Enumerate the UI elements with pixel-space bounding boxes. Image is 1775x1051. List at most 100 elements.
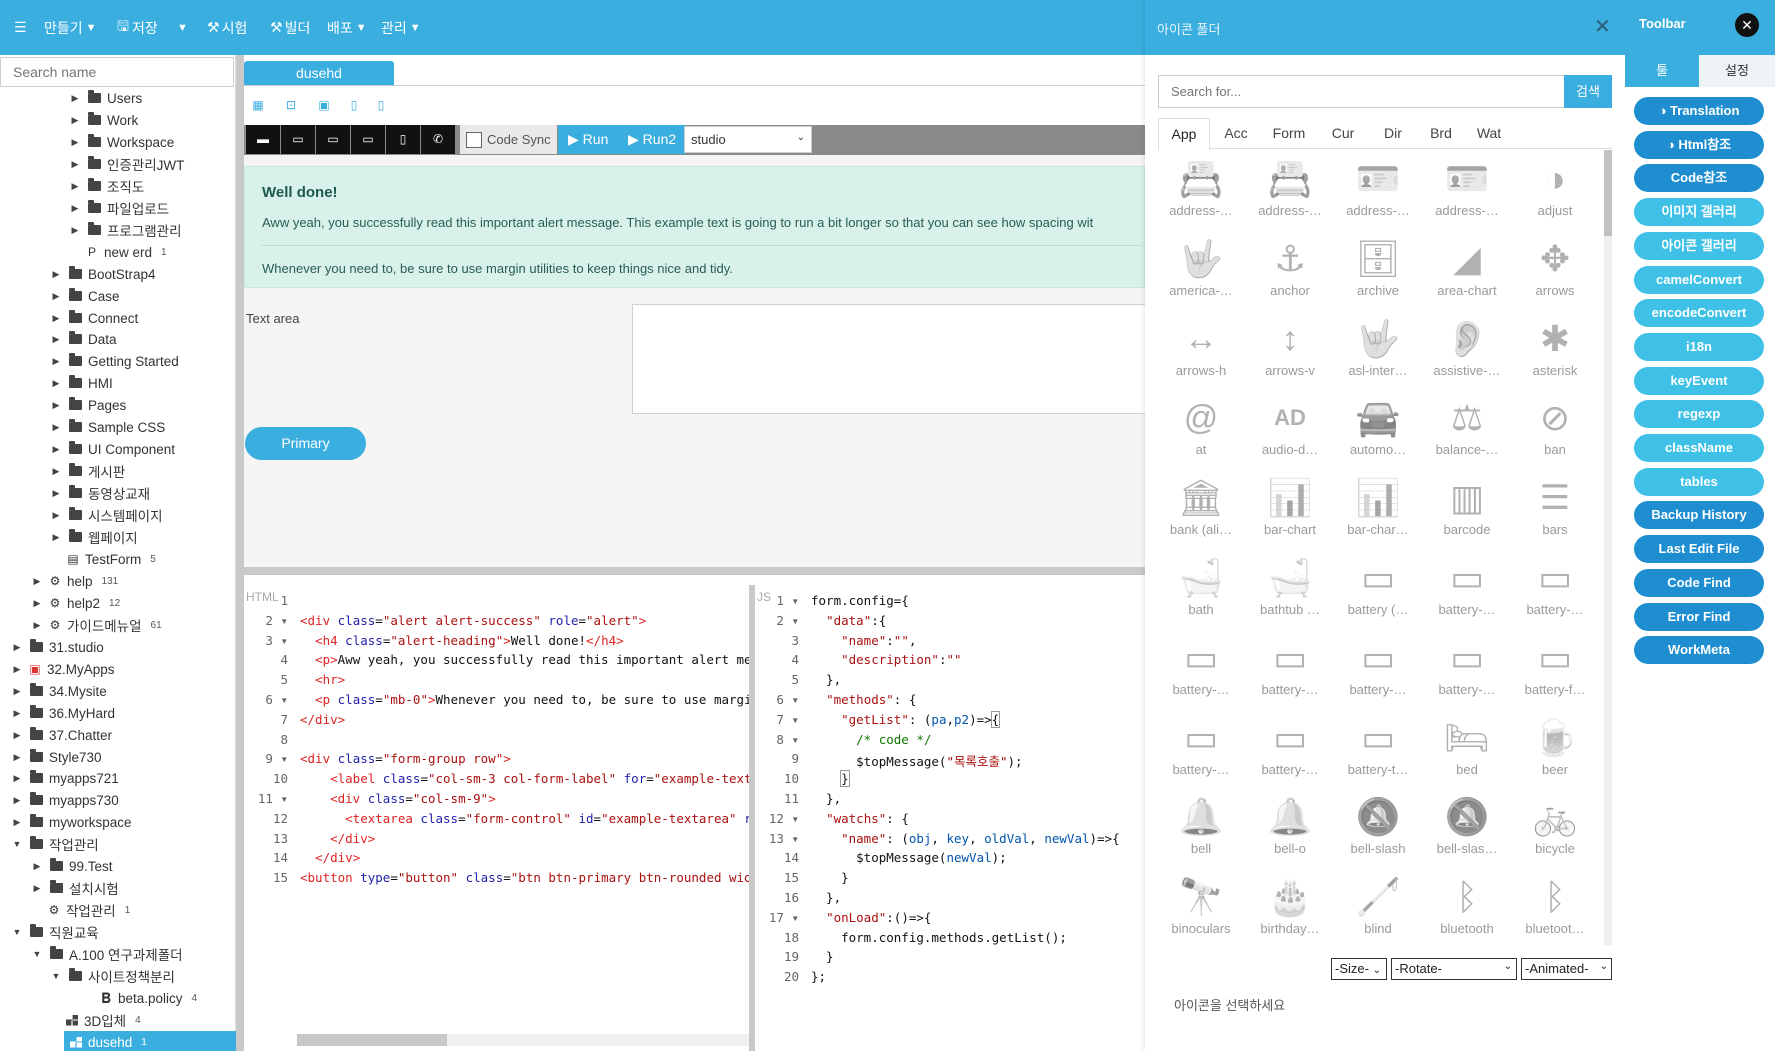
icon-tile[interactable]: ▭ battery-… bbox=[1246, 714, 1334, 794]
toolbar-button[interactable]: Last Edit File bbox=[1634, 535, 1764, 563]
image-icon[interactable]: ▣ bbox=[317, 98, 331, 112]
chevron-right-icon[interactable]: ▶ bbox=[70, 159, 80, 170]
tree-item[interactable]: ▶ Work bbox=[70, 109, 138, 131]
icon-tile[interactable]: 📊 bar-chart bbox=[1246, 474, 1334, 554]
icon-tile[interactable]: ▭ battery-… bbox=[1246, 634, 1334, 714]
rotate-select[interactable]: -Rotate- ⌄ bbox=[1391, 958, 1517, 980]
device-desktop-icon[interactable]: ▭ bbox=[316, 125, 350, 154]
chevron-right-icon[interactable]: ▶ bbox=[51, 466, 61, 477]
tree-item[interactable]: ▶ 37.Chatter bbox=[12, 724, 112, 746]
icon-tile[interactable]: ↕ arrows-v bbox=[1246, 315, 1334, 395]
toolbar-button[interactable]: className bbox=[1634, 434, 1764, 462]
device-laptop-icon[interactable]: ▭ bbox=[351, 125, 385, 154]
tree-item[interactable]: ▶ 34.Mysite bbox=[12, 680, 107, 702]
icon-tile[interactable]: @ at bbox=[1157, 394, 1245, 474]
chevron-right-icon[interactable]: ▶ bbox=[12, 730, 22, 741]
icon-tile[interactable]: 🔔 bell bbox=[1157, 793, 1245, 873]
tree-item[interactable]: ▶ ⚙ help 131 bbox=[32, 570, 119, 592]
mobile-icon[interactable]: ▯ bbox=[347, 98, 361, 112]
code-sync-toggle[interactable]: Code Sync bbox=[460, 125, 557, 154]
icon-tile[interactable]: ☰ bars bbox=[1511, 474, 1599, 554]
icon-tile[interactable]: ◢ area-chart bbox=[1423, 235, 1511, 315]
tree-item[interactable]: ▶ Pages bbox=[51, 394, 126, 416]
icon-tile[interactable]: ▭ battery-f… bbox=[1511, 634, 1599, 714]
tree-item[interactable]: 3D입체 4 bbox=[60, 1009, 141, 1031]
tree-item[interactable]: ▶ 파일업로드 bbox=[70, 197, 169, 219]
chevron-right-icon[interactable]: ▶ bbox=[70, 115, 80, 126]
chevron-right-icon[interactable]: ▶ bbox=[70, 225, 80, 236]
tree-item[interactable]: ▶ ⚙ 가이드메뉴얼 61 bbox=[32, 614, 162, 636]
icon-tile[interactable]: 🤟 asl-inter… bbox=[1334, 315, 1422, 395]
icon-tab-app[interactable]: App bbox=[1158, 118, 1210, 150]
chevron-right-icon[interactable]: ▶ bbox=[12, 817, 22, 828]
toolbar-button[interactable]: 아이콘 갤러리 bbox=[1634, 232, 1764, 260]
icon-tab-cur[interactable]: Cur bbox=[1318, 118, 1368, 149]
tree-item[interactable]: ▶ 36.MyHard bbox=[12, 702, 115, 724]
icon-tile[interactable]: ⚖ balance-… bbox=[1423, 394, 1511, 474]
icon-tile[interactable]: 🔕 bell-slash bbox=[1334, 793, 1422, 873]
icon-tile[interactable]: ▭ battery-… bbox=[1334, 634, 1422, 714]
save-menu[interactable]: 🖫 저장 bbox=[117, 0, 158, 55]
icon-tab-acc[interactable]: Acc bbox=[1212, 118, 1260, 149]
icon-tile[interactable]: 📇 address-… bbox=[1157, 155, 1245, 235]
chevron-right-icon[interactable]: ▶ bbox=[32, 598, 42, 609]
icon-tile[interactable]: 🪪 address-… bbox=[1334, 155, 1422, 235]
download-icon[interactable]: ⊡ bbox=[284, 98, 298, 112]
tree-item[interactable]: ▶ 프로그램관리 bbox=[70, 219, 182, 241]
sidebar-splitter[interactable] bbox=[236, 55, 244, 1051]
icon-tile[interactable]: ▭ battery-t… bbox=[1334, 714, 1422, 794]
icon-grid-scrollbar[interactable] bbox=[1604, 150, 1612, 945]
js-code-editor[interactable]: 1 ▾ 2 ▾ 3 4 5 6 ▾ 7 ▾ 8 ▾ 9 10 11 12 ▾ 13 ▾ 14 … bbox=[755, 585, 1145, 1051]
chevron-right-icon[interactable]: ▶ bbox=[70, 181, 80, 192]
chevron-right-icon[interactable]: ▶ bbox=[51, 334, 61, 345]
tree-item[interactable]: ▶ 게시판 bbox=[51, 460, 125, 482]
tab-tool[interactable]: 툴 bbox=[1625, 55, 1699, 87]
icon-tile[interactable]: ▭ battery-… bbox=[1157, 634, 1245, 714]
chevron-right-icon[interactable]: ▶ bbox=[32, 620, 42, 631]
icon-tile[interactable]: ✱ asterisk bbox=[1511, 315, 1599, 395]
chevron-right-icon[interactable]: ▶ bbox=[51, 422, 61, 433]
chevron-right-icon[interactable]: ▶ bbox=[32, 883, 42, 894]
toolbar-button[interactable]: camelConvert bbox=[1634, 266, 1764, 294]
icon-tile[interactable]: AD audio-d… bbox=[1246, 394, 1334, 474]
device-tablet-icon[interactable]: ▯ bbox=[386, 125, 420, 154]
test-menu[interactable]: ⚒ 시험 bbox=[207, 0, 247, 55]
tree-search-input[interactable] bbox=[0, 57, 234, 87]
chevron-right-icon[interactable]: ▶ bbox=[12, 752, 22, 763]
toolbar-button[interactable]: WorkMeta bbox=[1634, 636, 1764, 664]
icon-tile[interactable]: 🗄 archive bbox=[1334, 235, 1422, 315]
icon-tile[interactable]: ᛒ bluetoot… bbox=[1511, 873, 1599, 953]
run2-button[interactable]: ▶ Run2 bbox=[618, 125, 687, 154]
icon-search-button[interactable]: 검색 bbox=[1564, 75, 1612, 108]
example-textarea[interactable] bbox=[632, 304, 1145, 414]
code-sync-checkbox[interactable] bbox=[466, 131, 482, 148]
icon-tile[interactable]: 🦯 blind bbox=[1334, 873, 1422, 953]
icon-tile[interactable]: ▭ battery-… bbox=[1511, 554, 1599, 634]
tree-item[interactable]: ▶ ▣ 32.MyApps bbox=[12, 658, 115, 680]
chevron-right-icon[interactable]: ▶ bbox=[12, 773, 22, 784]
tree-item[interactable]: ▶ myapps721 bbox=[12, 767, 119, 789]
icon-tile[interactable]: 🤟 america-… bbox=[1157, 235, 1245, 315]
icon-tile[interactable]: 🍺 beer bbox=[1511, 714, 1599, 794]
icon-tile[interactable]: ▭ battery-… bbox=[1157, 714, 1245, 794]
device-desktop-wide-icon[interactable]: ▬ bbox=[246, 125, 280, 154]
chevron-right-icon[interactable]: ▶ bbox=[12, 642, 22, 653]
icon-tile[interactable]: 📇 address-… bbox=[1246, 155, 1334, 235]
tree-item[interactable]: ▶ Data bbox=[51, 328, 117, 350]
tree-item[interactable]: ▶ Case bbox=[51, 285, 120, 307]
html-scrollbar[interactable] bbox=[297, 1034, 749, 1046]
builder-menu[interactable]: ⚒ 빌더 bbox=[270, 0, 310, 55]
tree-item[interactable]: ▶ 시스템페이지 bbox=[51, 504, 163, 526]
chevron-right-icon[interactable]: ▶ bbox=[51, 532, 61, 543]
tree-item[interactable]: ▶ 99.Test bbox=[32, 855, 113, 877]
icon-tile[interactable]: 🚲 bicycle bbox=[1511, 793, 1599, 873]
tree-item[interactable]: ▶ Style730 bbox=[12, 746, 102, 768]
chevron-right-icon[interactable]: ▶ bbox=[51, 269, 61, 280]
layout-grid-icon[interactable]: ▦ bbox=[251, 98, 265, 112]
toolbar-button[interactable]: i18n bbox=[1634, 333, 1764, 361]
toolbar-button[interactable]: tables bbox=[1634, 468, 1764, 496]
chevron-right-icon[interactable]: ▶ bbox=[51, 510, 61, 521]
chevron-right-icon[interactable]: ▶ bbox=[70, 137, 80, 148]
chevron-right-icon[interactable]: ▶ bbox=[51, 313, 61, 324]
tree-item[interactable]: 𝐁beta.policy 4 bbox=[79, 987, 197, 1009]
